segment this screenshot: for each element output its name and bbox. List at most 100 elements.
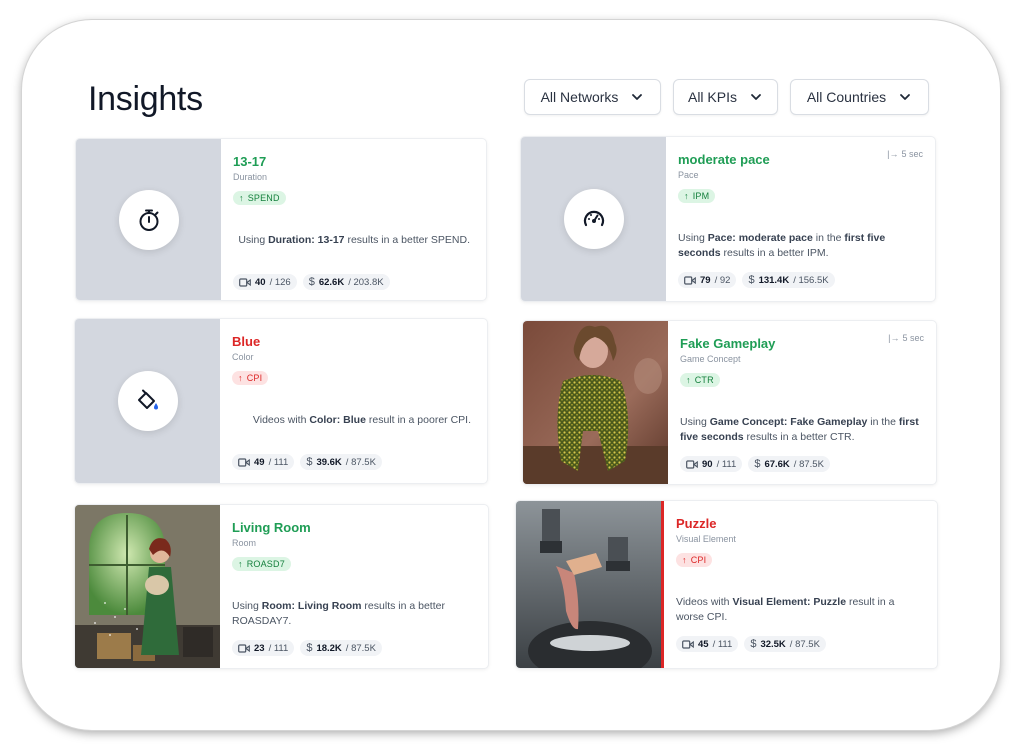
- dollar-icon: $: [750, 638, 757, 650]
- arrow-up-icon: ↑: [682, 555, 687, 565]
- insight-card-game-concept[interactable]: Fake Gameplay Game Concept |→ 5 sec ↑ CTR …: [523, 321, 936, 484]
- video-count-chip: 23/ 111: [232, 640, 295, 656]
- description-segment: Room: Living Room: [261, 600, 362, 612]
- description-segment: results in a better IPM.: [720, 247, 829, 259]
- kpi-badge: ↑ CPI: [676, 553, 713, 567]
- description-segment: Videos with: [252, 414, 310, 426]
- video-count: 40: [255, 276, 266, 288]
- insight-value: Fake Gameplay: [680, 336, 776, 351]
- insight-stats: 40/ 126 $ 62.6K/ 203.8K: [233, 274, 390, 290]
- description-segment: Using: [232, 600, 262, 612]
- spend-total: / 156.5K: [793, 274, 829, 286]
- arrow-right-to-line-icon: |→: [887, 149, 899, 159]
- spend-total: / 87.5K: [345, 456, 376, 468]
- spend-value: 39.6K: [316, 456, 342, 468]
- insight-stats: 79/ 92 $ 131.4K/ 156.5K: [678, 272, 835, 288]
- description-segment: Using: [678, 232, 708, 244]
- speedometer-icon: [563, 189, 624, 249]
- duration-note: |→ 5 sec: [887, 149, 923, 159]
- insight-card-room[interactable]: Living Room Room ↑ ROASD7 Using Room: Liv…: [75, 505, 488, 668]
- description-segment: results in a better CTR.: [743, 431, 855, 443]
- video-camera-icon: [686, 459, 698, 469]
- description-segment: results in a better SPEND.: [344, 234, 470, 246]
- dollar-icon: $: [306, 456, 313, 468]
- video-thumbnail[interactable]: [516, 501, 664, 668]
- arrow-up-icon: ↑: [238, 373, 243, 383]
- video-count-chip: 45/ 111: [676, 636, 739, 652]
- video-total: / 111: [712, 638, 733, 650]
- spend-value: 131.4K: [758, 274, 790, 286]
- video-total: / 111: [716, 458, 737, 470]
- arrow-up-icon: ↑: [686, 375, 691, 385]
- description-segment: Using: [238, 234, 269, 246]
- arrow-up-icon: ↑: [684, 191, 689, 201]
- kpi-label: CPI: [246, 373, 263, 383]
- video-total: / 111: [268, 456, 289, 468]
- kpi-label: CTR: [694, 375, 714, 385]
- kpi-filter-label: All KPIs: [687, 89, 737, 105]
- insight-category: Visual Element: [676, 534, 736, 544]
- spend-chip: $ 18.2K/ 87.5K: [300, 640, 382, 656]
- arrow-right-to-line-icon: |→: [888, 333, 900, 343]
- video-count: 23: [254, 642, 265, 654]
- insight-description: Using Room: Living Room results in a bet…: [232, 599, 472, 629]
- country-filter-dropdown[interactable]: All Countries: [790, 79, 929, 115]
- video-total: / 111: [268, 642, 289, 654]
- video-count-chip: 49/ 111: [232, 454, 295, 470]
- insight-value: Living Room: [232, 520, 311, 535]
- dollar-icon: $: [748, 274, 755, 286]
- stopwatch-icon: [118, 189, 179, 250]
- network-filter-dropdown[interactable]: All Networks: [524, 79, 661, 115]
- insight-card-duration[interactable]: 13-17 Duration ↑ SPEND Using Duration: 13…: [76, 139, 486, 300]
- video-thumbnail[interactable]: [523, 321, 668, 484]
- dollar-icon: $: [308, 276, 315, 288]
- insight-card-visual-element[interactable]: Puzzle Visual Element ↑ CPI Videos with V…: [516, 501, 937, 668]
- duration-note: |→ 5 sec: [888, 333, 924, 343]
- video-count-chip: 40/ 126: [233, 274, 297, 290]
- kpi-badge: ↑ ROASD7: [232, 557, 291, 571]
- description-segment: Pace: moderate pace: [707, 232, 813, 244]
- kpi-filter-dropdown[interactable]: All KPIs: [673, 79, 778, 115]
- video-total: / 92: [714, 274, 731, 286]
- insight-stats: 45/ 111 $ 32.5K/ 87.5K: [676, 636, 826, 652]
- spend-value: 32.5K: [760, 638, 786, 650]
- kpi-label: CPI: [690, 555, 707, 565]
- video-total: / 126: [269, 276, 291, 288]
- spend-value: 62.6K: [318, 276, 345, 288]
- page-title: Insights: [88, 80, 203, 118]
- insight-card-color[interactable]: Blue Color ↑ CPI Videos with Color: Blue …: [75, 319, 487, 483]
- video-camera-icon: [684, 275, 696, 285]
- spend-chip: $ 39.6K/ 87.5K: [300, 454, 382, 470]
- insight-value: Puzzle: [676, 516, 717, 531]
- dollar-icon: $: [306, 642, 313, 654]
- video-count-chip: 90/ 111: [680, 456, 743, 472]
- insight-stats: 90/ 111 $ 67.6K/ 87.5K: [680, 456, 830, 472]
- chevron-down-icon: [751, 94, 761, 100]
- network-filter-label: All Networks: [540, 89, 619, 105]
- video-count: 79: [700, 274, 711, 286]
- kpi-label: SPEND: [247, 193, 280, 203]
- insight-description: Using Duration: 13-17 results in a bette…: [238, 233, 470, 248]
- card-thumbnail: [521, 137, 666, 301]
- kpi-badge: ↑ SPEND: [233, 191, 286, 205]
- insight-card-pace[interactable]: moderate pace Pace |→ 5 sec ↑ IPM Using Pa…: [521, 137, 935, 301]
- description-segment: in the: [812, 232, 845, 244]
- description-segment: Using: [680, 416, 710, 428]
- spend-chip: $ 32.5K/ 87.5K: [744, 636, 826, 652]
- description-segment: result in a poorer CPI.: [365, 414, 471, 426]
- video-camera-icon: [238, 643, 250, 653]
- duration-note-label: 5 sec: [902, 333, 924, 343]
- kpi-label: ROASD7: [246, 559, 285, 569]
- description-segment: Game Concept: Fake Gameplay: [709, 416, 868, 428]
- video-count: 49: [254, 456, 265, 468]
- video-count-chip: 79/ 92: [678, 272, 737, 288]
- card-thumbnail: [76, 139, 221, 300]
- card-thumbnail: [75, 319, 220, 483]
- insight-value: Blue: [232, 334, 261, 349]
- insight-value: 13-17: [233, 154, 267, 169]
- insight-description: Using Pace: moderate pace in the first f…: [678, 231, 919, 261]
- video-thumbnail[interactable]: [75, 505, 220, 668]
- spend-value: 67.6K: [764, 458, 790, 470]
- video-count: 45: [698, 638, 709, 650]
- arrow-up-icon: ↑: [239, 193, 244, 203]
